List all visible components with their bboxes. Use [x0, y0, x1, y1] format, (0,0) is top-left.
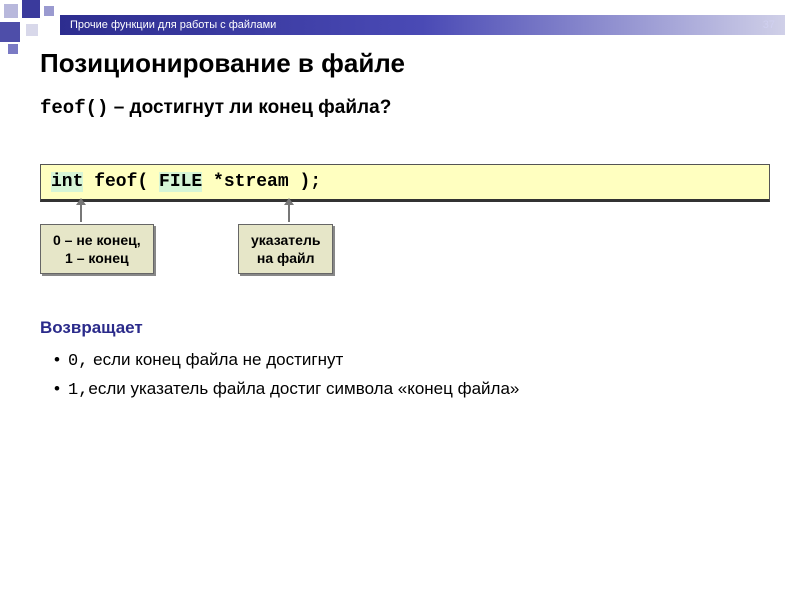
annotation-stream-param: указатель на файл — [238, 224, 333, 274]
returns-list: 0, если конец файла не достигнут 1,если … — [40, 350, 770, 400]
annotations: 0 – не конец, 1 – конец указатель на фай… — [40, 212, 770, 292]
subtitle: feof() – достигнут ли конец файла? — [40, 97, 770, 119]
code-rest: *stream ); — [202, 172, 321, 192]
slide-content: Позиционирование в файле feof() – достиг… — [40, 48, 770, 580]
page-title: Позиционирование в файле — [40, 48, 770, 79]
anno2-line2: на файл — [257, 250, 315, 266]
returns-heading: Возвращает — [40, 318, 770, 338]
bullet-text: если указатель файла достиг символа «кон… — [88, 379, 519, 398]
bullet-text: если конец файла не достигнут — [88, 350, 343, 369]
anno2-line1: указатель — [251, 232, 320, 248]
bullet-code: 0, — [68, 352, 88, 371]
code-kw-file: FILE — [159, 172, 202, 192]
page-number: 37 — [763, 19, 775, 31]
anno1-line2: 1 – конец — [65, 250, 129, 266]
code-fn: feof( — [83, 172, 159, 192]
code-signature: int feof( FILE *stream ); — [40, 164, 770, 202]
subtitle-code: feof() — [40, 97, 108, 119]
annotation-return-values: 0 – не конец, 1 – конец — [40, 224, 154, 274]
anno1-line1: 0 – не конец, — [53, 232, 141, 248]
list-item: 0, если конец файла не достигнут — [54, 350, 770, 371]
arrow-icon — [80, 204, 82, 222]
header-title: Прочие функции для работы с файлами — [70, 19, 276, 31]
subtitle-text: – достигнут ли конец файла? — [108, 97, 391, 118]
code-kw-int: int — [51, 172, 83, 192]
bullet-code: 1, — [68, 381, 88, 400]
slide-header: Прочие функции для работы с файлами 37 — [60, 15, 785, 35]
arrow-icon — [288, 204, 290, 222]
list-item: 1,если указатель файла достиг символа «к… — [54, 379, 770, 400]
